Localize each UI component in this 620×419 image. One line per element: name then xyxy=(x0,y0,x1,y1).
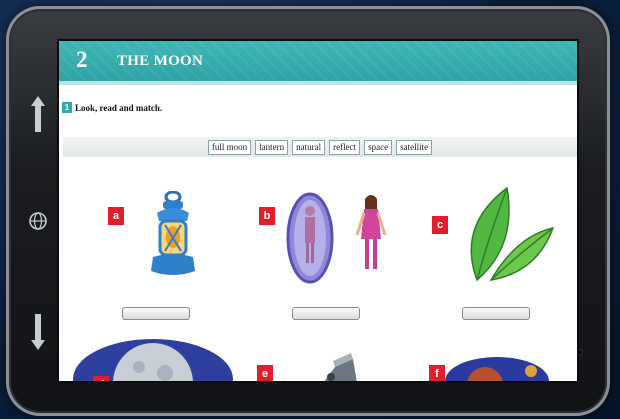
instruction-text: Look, read and match. xyxy=(75,102,163,113)
exercise-number: 1 xyxy=(62,102,72,113)
word-bank: full moon lantern natural reflect space … xyxy=(63,137,577,157)
globe-icon[interactable] xyxy=(28,209,48,233)
item-letter-badge: e xyxy=(257,365,273,381)
item-letter-badge: f xyxy=(429,365,445,381)
word-chip[interactable]: satellite xyxy=(396,139,433,155)
word-chip[interactable]: reflect xyxy=(329,139,361,155)
exercise-instruction: 1 Look, read and match. xyxy=(62,102,162,113)
word-chip[interactable]: lantern xyxy=(255,139,289,155)
textbook-screen: 2 THE MOON 1 Look, read and match. full … xyxy=(59,41,577,381)
space-planet-picture xyxy=(445,357,549,381)
answer-input[interactable] xyxy=(462,307,530,320)
leaves-picture xyxy=(470,186,555,282)
header-divider xyxy=(59,81,577,85)
unit-title: THE MOON xyxy=(117,53,204,69)
item-letter-badge: c xyxy=(432,216,448,234)
unit-number: 2 xyxy=(76,47,88,72)
arrow-down-icon[interactable] xyxy=(28,314,48,350)
arrow-up-icon[interactable] xyxy=(28,96,48,132)
item-letter-badge: d xyxy=(93,376,109,381)
word-chip[interactable]: space xyxy=(364,139,393,155)
item-letter-badge: a xyxy=(108,207,124,225)
answer-input[interactable] xyxy=(292,307,360,320)
lantern-picture xyxy=(151,191,195,275)
item-letter-badge: b xyxy=(259,207,275,225)
satellite-picture xyxy=(324,353,357,381)
full-moon-picture xyxy=(73,339,233,381)
camera-icon xyxy=(577,350,582,355)
mirror-reflection-picture xyxy=(286,192,387,284)
answer-input[interactable] xyxy=(122,307,190,320)
word-chip[interactable]: natural xyxy=(292,139,326,155)
unit-header: 2 THE MOON xyxy=(59,41,577,81)
word-chip[interactable]: full moon xyxy=(207,139,252,155)
